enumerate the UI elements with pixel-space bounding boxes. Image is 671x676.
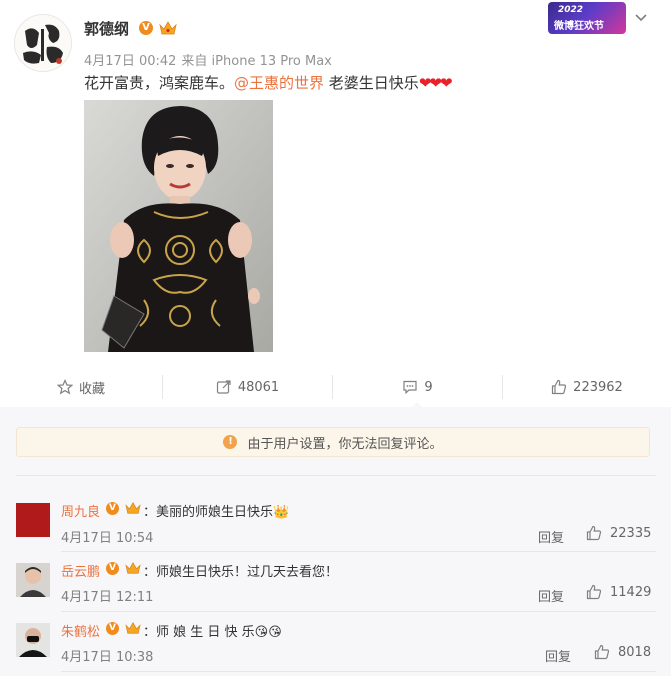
comment-time: 4月17日 12:11 bbox=[61, 590, 154, 605]
thumbs-up-icon bbox=[586, 525, 602, 541]
hearts-emoji: ❤❤❤ bbox=[418, 74, 453, 92]
verified-badge-icon: V bbox=[106, 621, 119, 635]
repost-button[interactable]: 48061 bbox=[163, 367, 332, 407]
comment-author[interactable]: 周九良 bbox=[61, 501, 100, 520]
author-avatar[interactable] bbox=[14, 14, 72, 72]
reply-disabled-notice: ! 由于用户设置，你无法回复评论。 bbox=[16, 427, 650, 457]
comment-separator bbox=[61, 611, 656, 612]
comment-badges: V bbox=[106, 561, 141, 575]
comment-avatar[interactable] bbox=[16, 563, 50, 597]
kiss-emoji: 😘😘 bbox=[254, 625, 282, 640]
comment-separator bbox=[16, 475, 656, 476]
chevron-down-icon[interactable] bbox=[634, 12, 648, 24]
mention-link[interactable]: @王惠的世界 bbox=[234, 74, 324, 92]
comment-text-body: ：师 娘 生 日 快 乐 bbox=[143, 625, 255, 640]
vip-crown-icon bbox=[125, 502, 141, 514]
comment-like-count: 11429 bbox=[610, 584, 652, 600]
comment-separator bbox=[61, 551, 656, 552]
comment-author[interactable]: 朱鹤松 bbox=[61, 621, 100, 640]
vip-crown-icon bbox=[125, 562, 141, 574]
comment-button[interactable]: 9 bbox=[333, 367, 502, 407]
thumbs-up-icon bbox=[586, 584, 602, 600]
warning-icon: ! bbox=[223, 435, 238, 449]
thumbs-up-icon bbox=[594, 644, 610, 660]
vip-crown-icon bbox=[125, 622, 141, 634]
post-meta: 4月17日 00:42 来自 iPhone 13 Pro Max bbox=[84, 50, 337, 69]
comment-separator bbox=[61, 671, 656, 672]
comment-text: ：美丽的师娘生日快乐👑 bbox=[143, 501, 289, 520]
comment-author[interactable]: 岳云鹏 bbox=[61, 561, 100, 580]
like-button[interactable]: 223962 bbox=[503, 367, 671, 407]
comment-avatar[interactable] bbox=[16, 503, 50, 537]
reply-button[interactable]: 回复 bbox=[538, 586, 564, 605]
post-source: 来自 iPhone 13 Pro Max bbox=[181, 54, 332, 69]
favorite-button[interactable]: 收藏 bbox=[0, 367, 162, 407]
comment-time: 4月17日 10:54 bbox=[61, 531, 154, 546]
promo-text: 微博狂欢节 bbox=[554, 21, 604, 32]
crown-emoji: 👑 bbox=[273, 505, 290, 520]
comment-like-button[interactable]: 8018 bbox=[594, 644, 651, 660]
reply-button[interactable]: 回复 bbox=[538, 527, 564, 546]
comment-like-count: 8018 bbox=[618, 644, 652, 660]
comment-badges: V bbox=[106, 621, 141, 635]
author-name[interactable]: 郭德纲 bbox=[84, 18, 129, 39]
post-timestamp[interactable]: 4月17日 00:42 bbox=[84, 54, 176, 69]
notice-text: 由于用户设置，你无法回复评论。 bbox=[247, 436, 443, 452]
comment-text: ：师娘生日快乐！过几天去看您！ bbox=[143, 565, 339, 580]
reply-button[interactable]: 回复 bbox=[545, 646, 571, 665]
comment-like-count: 22335 bbox=[610, 525, 652, 541]
thumbs-up-icon bbox=[552, 379, 567, 395]
comment-time: 4月17日 10:38 bbox=[61, 650, 154, 665]
comments-section: ! 由于用户设置，你无法回复评论。 周九良 V ：美丽的师娘生日快乐👑 4月17… bbox=[0, 407, 671, 676]
repost-icon bbox=[216, 380, 231, 394]
post-photo[interactable] bbox=[84, 100, 273, 352]
promo-year: 2022 bbox=[558, 5, 584, 15]
weibo-post-card: 郭德纲 V 2022 微博狂欢节 4月17日 00:42 来自 iPhone 13… bbox=[0, 0, 671, 676]
star-icon bbox=[56, 379, 73, 395]
festival-promo-badge[interactable]: 2022 微博狂欢节 bbox=[548, 2, 626, 34]
post-text-tail: 老婆生日快乐 bbox=[324, 74, 419, 92]
verified-badge-icon: V bbox=[139, 21, 153, 35]
comment-text: ：师 娘 生 日 快 乐😘😘 bbox=[143, 621, 282, 640]
verified-badge-icon: V bbox=[106, 561, 119, 575]
favorite-label: 收藏 bbox=[78, 381, 105, 397]
comment-count: 9 bbox=[424, 379, 433, 395]
repost-count: 48061 bbox=[237, 379, 280, 395]
post-text: 花开富贵，鸿案鹿车。@王惠的世界 老婆生日快乐❤❤❤ bbox=[84, 72, 453, 94]
vip-crown-icon bbox=[159, 21, 177, 35]
comment-icon bbox=[403, 380, 417, 395]
comment-text-body: ：美丽的师娘生日快乐 bbox=[143, 505, 274, 520]
post-text-main: 花开富贵，鸿案鹿车。 bbox=[84, 74, 235, 92]
verified-badge-icon: V bbox=[106, 501, 119, 515]
comment-like-button[interactable]: 22335 bbox=[586, 525, 651, 541]
comment-like-button[interactable]: 11429 bbox=[586, 584, 651, 600]
like-count: 223962 bbox=[573, 379, 623, 395]
post-action-bar: 收藏 48061 9 223962 bbox=[0, 367, 671, 407]
comment-avatar[interactable] bbox=[16, 623, 50, 657]
comment-badges: V bbox=[106, 501, 141, 515]
